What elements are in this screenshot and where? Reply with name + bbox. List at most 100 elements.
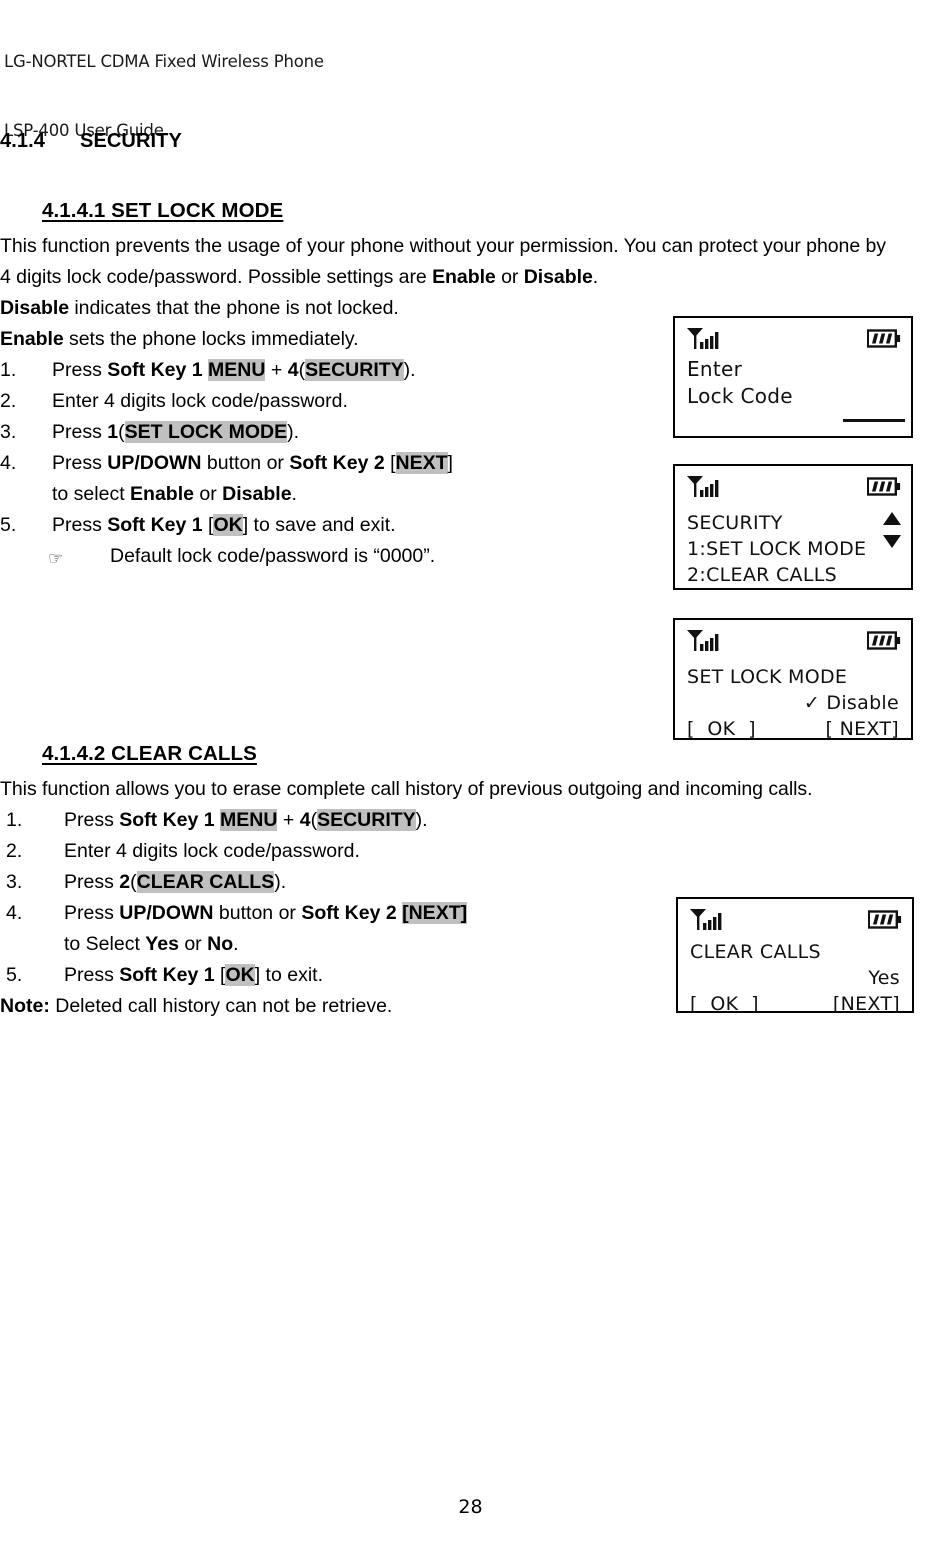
para-enable: Enable xyxy=(432,266,496,288)
lcd-screen-enter-lock-code: Enter Lock Code xyxy=(673,316,913,438)
step-marker: 1. xyxy=(6,809,23,831)
step-text: + xyxy=(265,359,288,381)
step-text-run: Press 2(CLEAR CALLS). xyxy=(64,871,286,893)
step-text: ). xyxy=(415,809,428,831)
step-text: + xyxy=(277,809,300,831)
lcd-menu-item-1: 1:SET LOCK MODE xyxy=(687,538,867,560)
highlighted-key: [NEXT] xyxy=(402,902,468,924)
battery-icon xyxy=(867,329,901,348)
step-text-run: Press Soft Key 1 MENU + 4(SECURITY). xyxy=(64,809,428,831)
step-text: or xyxy=(178,933,208,955)
lcd-screen-security-menu: SECURITY 1:SET LOCK MODE 2:CLEAR CALLS xyxy=(673,464,913,590)
softkey-right-next[interactable]: [ NEXT] xyxy=(826,716,899,742)
step-text: Disable xyxy=(222,483,292,505)
step-text-run: Enter 4 digits lock code/password. xyxy=(52,390,348,412)
para-or: or xyxy=(495,266,524,288)
para-period: . xyxy=(592,266,599,288)
step-text: ). xyxy=(274,871,287,893)
lcd-line: Lock Code xyxy=(687,384,793,408)
step-marker: 5. xyxy=(0,514,17,536)
step-marker: 2. xyxy=(0,390,17,412)
subsection-2-paragraph: This function allows you to erase comple… xyxy=(0,778,813,800)
lcd-title-set-lock-mode: SET LOCK MODE xyxy=(687,666,848,688)
note-label: Note: xyxy=(0,995,50,1017)
step-text: Press xyxy=(64,809,120,831)
highlighted-key: OK xyxy=(225,964,255,986)
para-disable: Disable xyxy=(523,266,593,288)
lcd-status-bar xyxy=(688,907,902,931)
step-text: [ xyxy=(202,514,214,536)
subsection-1-paragraph: This function prevents the usage of your… xyxy=(0,231,900,293)
signal-bars-icon xyxy=(687,328,719,349)
softkey-left-ok[interactable]: [ OK ] xyxy=(690,991,759,1017)
softkey-left-ok[interactable]: [ OK ] xyxy=(687,716,756,742)
step-text: ] to exit. xyxy=(254,964,323,986)
step-text: . xyxy=(233,933,239,955)
lcd-selected-value: ✓ Disable xyxy=(803,692,899,714)
list-item: 1. Press Soft Key 1 MENU + 4(SECURITY). xyxy=(6,805,941,836)
lcd-body-clear-calls: CLEAR CALLS Yes [ OK ] [NEXT] xyxy=(690,939,900,1015)
step-text: Soft Key 2 xyxy=(301,902,397,924)
lcd-screen-set-lock-mode: SET LOCK MODE ✓ Disable [ OK ] [ NEXT] xyxy=(673,618,913,740)
step-text: . xyxy=(291,483,297,505)
step-text: Enter 4 digits lock code/password. xyxy=(64,840,360,862)
section-number: 4.1.4 xyxy=(0,130,45,152)
lcd-body-set-lock-mode: SET LOCK MODE ✓ Disable [ OK ] [ NEXT] xyxy=(687,664,899,740)
step-text: Press xyxy=(52,514,108,536)
step-text: button or xyxy=(213,902,302,924)
lcd-softkey-bar: [ OK ] [NEXT] xyxy=(690,991,900,1017)
step-text: to Select xyxy=(64,933,146,955)
step-text: 2 xyxy=(119,871,131,893)
page-number: 28 xyxy=(458,1496,483,1518)
para2-disable: Disable xyxy=(0,297,70,319)
highlighted-key: NEXT xyxy=(395,452,448,474)
step-marker: 1. xyxy=(0,359,17,381)
default-lock-code-note-text: Default lock code/password is “0000”. xyxy=(110,545,436,567)
step-text: Soft Key 2 xyxy=(289,452,385,474)
step-text: Yes xyxy=(145,933,179,955)
step-text-run: Press Soft Key 1 [OK] to save and exit. xyxy=(52,514,396,536)
step-text: Press xyxy=(64,871,120,893)
step-text: 4 xyxy=(287,359,299,381)
softkey-right-next[interactable]: [NEXT] xyxy=(833,991,900,1017)
step-text: ( xyxy=(130,871,137,893)
step-text-run: Press Soft Key 1 [OK] to exit. xyxy=(64,964,323,986)
step-text: Press xyxy=(52,452,108,474)
lcd-line: Enter xyxy=(687,357,743,381)
signal-bars-icon xyxy=(690,909,722,930)
step-marker: 4. xyxy=(6,902,23,924)
highlighted-key: OK xyxy=(213,514,243,536)
step-text: UP/DOWN xyxy=(107,452,202,474)
highlighted-key: CLEAR CALLS xyxy=(136,871,275,893)
list-item: 2. Enter 4 digits lock code/password. xyxy=(6,836,941,867)
step-marker: 3. xyxy=(6,871,23,893)
step-text: ] xyxy=(447,452,453,474)
step-text: [ xyxy=(214,964,226,986)
lcd-selected-value: Yes xyxy=(868,967,900,989)
list-item: 3. Press 2(CLEAR CALLS). xyxy=(6,867,941,898)
section-title: SECURITY xyxy=(80,130,182,152)
step-text-run: Press Soft Key 1 MENU + 4(SECURITY). xyxy=(52,359,416,381)
step-text: Press xyxy=(64,964,120,986)
lcd-status-bar xyxy=(685,326,901,350)
step-text-run: Press UP/DOWN button or Soft Key 2 [NEXT… xyxy=(52,452,453,474)
step-text: or xyxy=(193,483,223,505)
step-text-run: Press UP/DOWN button or Soft Key 2 [NEXT… xyxy=(64,902,468,924)
highlighted-key: MENU xyxy=(208,359,266,381)
step-text: 4 xyxy=(299,809,311,831)
signal-bars-icon xyxy=(687,476,719,497)
step-text: ( xyxy=(118,421,125,443)
lcd-title-clear-calls: CLEAR CALLS xyxy=(690,941,821,963)
pointing-hand-icon: ☞ xyxy=(48,549,64,568)
lcd-status-bar xyxy=(685,474,901,498)
step-text: Soft Key 1 xyxy=(119,964,215,986)
up-down-arrows-icon xyxy=(883,512,901,548)
step-text: button or xyxy=(201,452,290,474)
lcd-menu-title: SECURITY xyxy=(687,512,783,534)
step-text: Press xyxy=(64,902,120,924)
step-text: Enter 4 digits lock code/password. xyxy=(52,390,348,412)
step-text: [ xyxy=(384,452,396,474)
step-text: ). xyxy=(287,421,300,443)
step-text: Soft Key 1 xyxy=(119,809,215,831)
lock-code-input-underline xyxy=(843,419,905,422)
